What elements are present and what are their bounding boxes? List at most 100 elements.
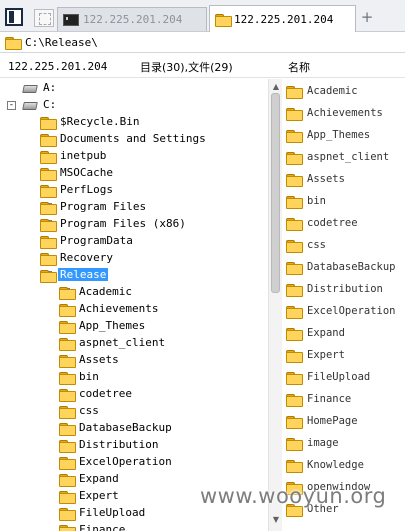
panel-header: 122.225.201.204 目录(30),文件(29) 名称 [0, 54, 405, 78]
tree-item-label: C: [43, 98, 57, 111]
tree-item-label: A: [43, 81, 57, 94]
tree-item[interactable]: ProgramData [0, 233, 268, 250]
folder-icon [59, 525, 76, 531]
list-item[interactable]: codetree [286, 214, 358, 232]
tree-item-label: Documents and Settings [60, 132, 206, 145]
name-column-header[interactable]: 名称 [288, 59, 310, 75]
tree-item[interactable]: MSOCache [0, 165, 268, 182]
tree-item-label: codetree [79, 387, 132, 400]
folder-icon [40, 134, 57, 147]
list-item-label: Knowledge [307, 459, 364, 471]
tree-item[interactable]: Distribution [0, 437, 268, 454]
list-item-label: HomePage [307, 415, 358, 427]
tree-item[interactable]: DatabaseBackup [0, 420, 268, 437]
folder-icon [59, 372, 76, 385]
folder-icon [286, 305, 303, 319]
folder-icon [40, 185, 57, 198]
file-list: Academic Achievements App_Themes aspnet_cli… [282, 79, 405, 531]
folder-icon [59, 389, 76, 402]
tree-item[interactable]: PerfLogs [0, 182, 268, 199]
tree-item[interactable]: - C: [0, 97, 268, 114]
tree-item-label: Distribution [79, 438, 159, 451]
folder-icon [40, 117, 57, 130]
address-bar[interactable]: C:\Release\ [0, 33, 405, 53]
list-item[interactable]: FileUpload [286, 368, 370, 386]
tree-item-label: Expand [79, 472, 119, 485]
scroll-up-arrow-icon[interactable]: ▲ [270, 82, 282, 92]
tree-item-label: Assets [79, 353, 119, 366]
tree-item[interactable]: $Recycle.Bin [0, 114, 268, 131]
list-item[interactable]: Expert [286, 346, 345, 364]
folder-icon [286, 393, 303, 407]
scroll-thumb[interactable] [271, 93, 280, 293]
tree-item[interactable]: - Release [0, 267, 268, 284]
list-item[interactable]: bin [286, 192, 326, 210]
tree-item-label: Release [58, 268, 109, 281]
tree-item[interactable]: + Program Files [0, 199, 268, 216]
folder-icon [59, 355, 76, 368]
tree-item-label: css [79, 404, 99, 417]
list-item[interactable]: image [286, 434, 339, 452]
terminal-icon [63, 13, 79, 26]
list-item[interactable]: DatabaseBackup [286, 258, 396, 276]
address-value[interactable]: C:\Release\ [25, 36, 98, 49]
tree-item[interactable]: App_Themes [0, 318, 268, 335]
list-item-label: App_Themes [307, 129, 371, 141]
tree-item-label: $Recycle.Bin [60, 115, 140, 128]
folder-icon [286, 371, 303, 385]
list-item-label: image [307, 437, 339, 449]
tree-item[interactable]: A: [0, 80, 268, 97]
list-item[interactable]: Knowledge [286, 456, 364, 474]
tree-item-label: MSOCache [60, 166, 113, 179]
list-item[interactable]: Achievements [286, 104, 383, 122]
tree-item[interactable]: aspnet_client [0, 335, 268, 352]
list-item[interactable]: Distribution [286, 280, 383, 298]
folder-icon [286, 327, 303, 341]
folder-icon [286, 217, 303, 231]
folder-icon [40, 168, 57, 181]
collapse-icon[interactable]: - [7, 101, 16, 110]
list-item[interactable]: Finance [286, 390, 351, 408]
tree-item[interactable]: ExcelOperation [0, 454, 268, 471]
blank-tab-icon[interactable] [34, 9, 54, 27]
tree-item-label: Recovery [60, 251, 113, 264]
add-tab-button[interactable]: + [360, 9, 374, 25]
list-item-label: bin [307, 195, 326, 207]
scroll-down-arrow-icon[interactable]: ▼ [270, 515, 282, 525]
folder-icon [59, 457, 76, 470]
folder-icon [59, 491, 76, 504]
drive-icon [22, 102, 38, 110]
list-item[interactable]: css [286, 236, 326, 254]
tree-item[interactable]: Assets [0, 352, 268, 369]
list-item[interactable]: Academic [286, 82, 358, 100]
tree-item[interactable]: Achievements [0, 301, 268, 318]
tree-item[interactable]: + Academic [0, 284, 268, 301]
folder-icon [40, 151, 57, 164]
sidebar-toggle-icon[interactable] [5, 8, 23, 26]
list-item[interactable]: Expand [286, 324, 345, 342]
tree-item[interactable]: css [0, 403, 268, 420]
folder-icon [215, 13, 232, 27]
tree-item[interactable]: Recovery [0, 250, 268, 267]
list-item[interactable]: ExcelOperation [286, 302, 396, 320]
tree-item-label: DatabaseBackup [79, 421, 172, 434]
tab-file-manager[interactable]: 122.225.201.204 [209, 5, 356, 32]
list-item[interactable]: HomePage [286, 412, 358, 430]
list-item-label: Academic [307, 85, 358, 97]
tree-item[interactable]: Finance [0, 522, 268, 531]
list-item[interactable]: Assets [286, 170, 345, 188]
folder-icon [40, 219, 57, 232]
tree-scrollbar[interactable]: ▲ ▼ [268, 79, 282, 531]
tree-item-label: ExcelOperation [79, 455, 172, 468]
folder-icon [59, 338, 76, 351]
tab-terminal[interactable]: 122.225.201.204 [57, 7, 207, 31]
list-item[interactable]: App_Themes [286, 126, 370, 144]
list-item-label: ExcelOperation [307, 305, 396, 317]
list-item[interactable]: aspnet_client [286, 148, 389, 166]
tree-item[interactable]: + Program Files (x86) [0, 216, 268, 233]
tree-item[interactable]: inetpub [0, 148, 268, 165]
tree-item[interactable]: bin [0, 369, 268, 386]
folder-icon [59, 440, 76, 453]
tree-item[interactable]: Documents and Settings [0, 131, 268, 148]
tree-item[interactable]: codetree [0, 386, 268, 403]
